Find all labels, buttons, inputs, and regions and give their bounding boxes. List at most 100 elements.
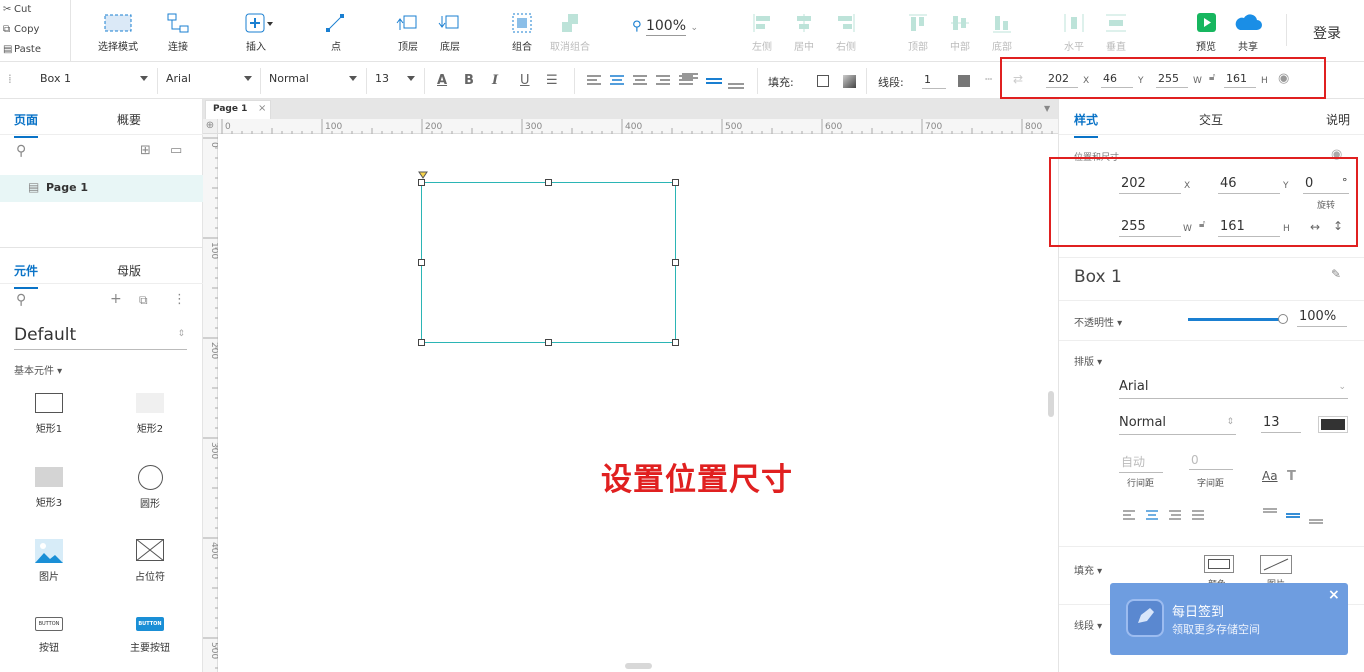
stroke-label: 线段: bbox=[878, 76, 904, 89]
point-button[interactable]: 点 bbox=[306, 8, 366, 53]
widget-rect3[interactable]: 矩形3 bbox=[19, 467, 79, 509]
select-mode-button[interactable]: 选择模式 bbox=[88, 8, 148, 53]
tab-style[interactable]: 样式 bbox=[1074, 111, 1099, 138]
tab-page1[interactable]: Page 1 × bbox=[205, 100, 271, 119]
font-family-select[interactable]: Arial ⌄ bbox=[1119, 379, 1348, 399]
fill-color-swatch[interactable] bbox=[817, 75, 829, 87]
chevron-updown-icon: ⇕ bbox=[177, 329, 185, 339]
font-weight-select[interactable]: Normal bbox=[269, 72, 357, 85]
align-bottom-button[interactable]: 底部 bbox=[972, 8, 1032, 53]
horizontal-scrollbar[interactable] bbox=[625, 663, 652, 669]
primary-button-icon: BUTTON bbox=[136, 617, 164, 631]
login-button[interactable]: 登录 bbox=[1313, 23, 1341, 43]
connect-button[interactable]: 连接 bbox=[148, 8, 208, 53]
selected-box-1[interactable] bbox=[421, 182, 676, 343]
resize-handle[interactable] bbox=[418, 179, 425, 186]
resize-handle[interactable] bbox=[672, 179, 679, 186]
list-icon[interactable]: ☰ bbox=[546, 73, 558, 88]
font-weight-select[interactable]: Normal ⇕ bbox=[1119, 415, 1236, 435]
add-icon[interactable]: + bbox=[110, 291, 122, 307]
char-spacing-input[interactable]: 0 bbox=[1189, 453, 1233, 470]
resize-handle[interactable] bbox=[545, 339, 552, 346]
tab-masters[interactable]: 母版 bbox=[117, 262, 141, 279]
italic-icon[interactable]: I bbox=[492, 73, 498, 88]
widget-circle[interactable]: 圆形 bbox=[120, 465, 180, 510]
divider bbox=[574, 68, 575, 94]
tab-interactions[interactable]: 交互 bbox=[1199, 111, 1223, 128]
category-label[interactable]: 基本元件 ▾ bbox=[14, 362, 62, 377]
element-name[interactable]: Box 1 bbox=[1074, 267, 1122, 287]
align-icons[interactable] bbox=[1121, 509, 1211, 521]
tab-widgets[interactable]: 元件 bbox=[14, 262, 39, 289]
char-spacing-label: 字间距 bbox=[1197, 479, 1225, 489]
search-icon[interactable]: ⚲ bbox=[16, 292, 26, 308]
weight-value: Normal bbox=[1119, 415, 1167, 430]
fill-image-button[interactable] bbox=[1260, 555, 1292, 574]
bold-icon[interactable]: B bbox=[464, 73, 474, 88]
cut-button[interactable]: ✂ Cut bbox=[0, 0, 70, 20]
share-button[interactable]: 共享 bbox=[1218, 8, 1278, 53]
widget-placeholder[interactable]: 占位符 bbox=[120, 539, 180, 583]
search-icon[interactable]: ⚲ bbox=[16, 143, 26, 159]
send-bottom-button[interactable]: 底层 bbox=[420, 8, 480, 53]
page-item-page1[interactable]: ▤ Page 1 bbox=[0, 175, 203, 202]
widget-image[interactable]: 图片 bbox=[19, 539, 79, 583]
resize-handle[interactable] bbox=[418, 259, 425, 266]
align-right-icon bbox=[816, 8, 876, 38]
close-icon[interactable]: × bbox=[1328, 587, 1340, 603]
add-page-icon[interactable]: ⊞ bbox=[140, 143, 151, 158]
distribute-vertical-icon bbox=[1086, 8, 1146, 38]
widget-primary-button[interactable]: BUTTON 主要按钮 bbox=[120, 617, 180, 654]
opacity-slider[interactable] bbox=[1188, 318, 1284, 321]
zoom-select[interactable]: ⚲ 100% ⌄ bbox=[632, 18, 698, 36]
paste-button[interactable]: ▤ Paste bbox=[0, 40, 70, 60]
fill-gradient-swatch[interactable] bbox=[843, 75, 856, 88]
ungroup-button[interactable]: 取消组合 bbox=[540, 8, 600, 53]
edit-icon[interactable]: ✎ bbox=[1331, 267, 1341, 281]
element-name-select[interactable]: Box 1 bbox=[40, 72, 148, 85]
text-case-icon[interactable]: Aa bbox=[1262, 469, 1278, 483]
valign-icons[interactable] bbox=[1261, 507, 1331, 525]
more-icon[interactable]: ⋮ bbox=[173, 292, 186, 307]
tab-pages[interactable]: 页面 bbox=[14, 111, 39, 138]
resize-handle[interactable] bbox=[545, 179, 552, 186]
widget-button[interactable]: BUTTON 按钮 bbox=[19, 617, 79, 654]
tab-notes[interactable]: 说明 bbox=[1326, 111, 1350, 128]
resize-handle[interactable] bbox=[672, 339, 679, 346]
stroke-width-input[interactable]: 1 bbox=[922, 73, 946, 89]
checkin-toast[interactable]: 每日签到 领取更多存储空间 × bbox=[1110, 583, 1348, 655]
font-size-input[interactable]: 13 bbox=[1261, 415, 1301, 433]
vertical-scrollbar[interactable] bbox=[1048, 391, 1054, 417]
font-family-select[interactable]: Arial bbox=[166, 72, 252, 85]
widget-rect2[interactable]: 矩形2 bbox=[120, 393, 180, 435]
opacity-input[interactable]: 100% bbox=[1297, 309, 1347, 327]
underline-icon[interactable]: U bbox=[520, 73, 530, 88]
insert-button[interactable]: 插入 bbox=[226, 8, 286, 53]
library-icon[interactable]: ⧉ bbox=[139, 293, 148, 308]
font-size-select[interactable]: 13 bbox=[375, 72, 415, 85]
send-to-back-icon bbox=[420, 8, 480, 38]
chevron-down-icon[interactable]: ▼ bbox=[1044, 104, 1050, 113]
canvas-tab-bar: Page 1 × ▼ bbox=[203, 99, 1058, 119]
stroke-color-swatch[interactable] bbox=[958, 75, 970, 87]
text-shadow-icon[interactable]: T bbox=[1287, 469, 1296, 484]
copy-button[interactable]: ⧉ Copy bbox=[0, 20, 70, 40]
distribute-v-button[interactable]: 垂直 bbox=[1086, 8, 1146, 53]
toast-title: 每日签到 bbox=[1172, 605, 1225, 620]
library-select[interactable]: Default ⇕ bbox=[14, 325, 187, 350]
font-color-picker[interactable] bbox=[1318, 416, 1348, 433]
close-icon[interactable]: × bbox=[258, 103, 266, 114]
opacity-slider-thumb[interactable] bbox=[1278, 314, 1288, 324]
resize-handle[interactable] bbox=[418, 339, 425, 346]
line-spacing-input[interactable]: 自动 bbox=[1119, 453, 1163, 473]
tab-outline[interactable]: 概要 bbox=[117, 111, 141, 128]
text-vertical-align-icons[interactable] bbox=[680, 71, 750, 91]
resize-handle[interactable] bbox=[672, 259, 679, 266]
typography-section: 排版 ▾ Arial ⌄ Normal ⇕ 13 自动 行间距 0 字间距 Aa… bbox=[1059, 340, 1364, 546]
stroke-style-icon[interactable]: ┄ bbox=[985, 72, 992, 86]
font-color-icon[interactable]: A bbox=[437, 73, 447, 88]
fill-color-button[interactable] bbox=[1204, 555, 1234, 573]
widget-rect1[interactable]: 矩形1 bbox=[19, 393, 79, 435]
align-right-button[interactable]: 右侧 bbox=[816, 8, 876, 53]
folder-icon[interactable]: ▭ bbox=[170, 143, 182, 158]
